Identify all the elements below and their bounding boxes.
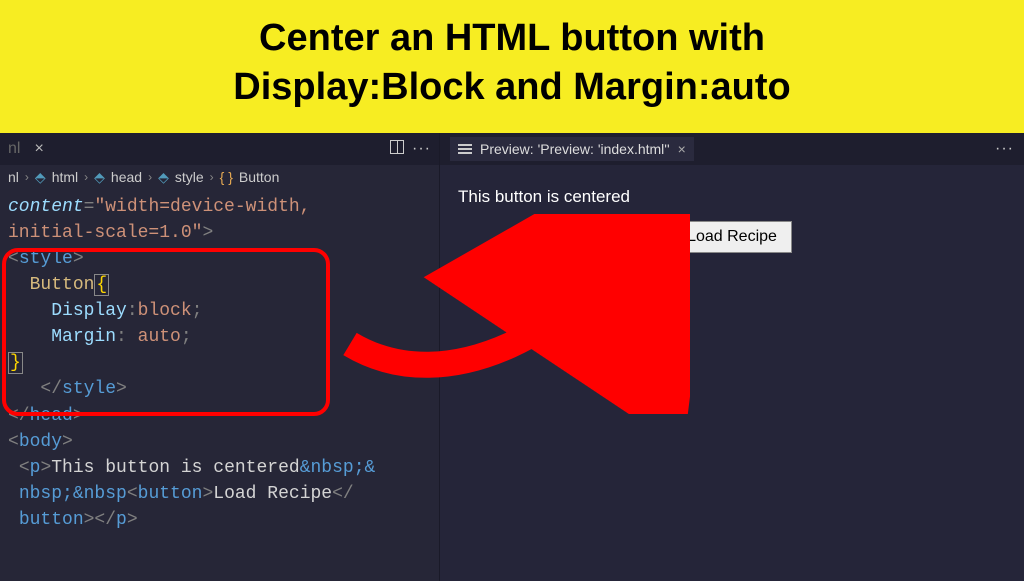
- breadcrumb-seg[interactable]: Button: [239, 169, 279, 185]
- preview-pane: Preview: 'Preview: 'index.html'' × ··· T…: [440, 133, 1024, 581]
- chevron-right-icon: ›: [148, 170, 152, 184]
- code-val: auto: [127, 327, 181, 347]
- code-prop: Display: [51, 301, 127, 321]
- preview-tabbar: Preview: 'Preview: 'index.html'' × ···: [440, 133, 1024, 165]
- load-recipe-button[interactable]: Load Recipe: [672, 221, 792, 253]
- banner-line1: Center an HTML button with: [10, 14, 1014, 63]
- code-tag: button: [19, 510, 84, 530]
- tab-close-button[interactable]: ×: [28, 140, 49, 158]
- cube-icon: ⬘: [35, 169, 46, 186]
- code-string: initial-scale=1.0": [8, 223, 202, 243]
- split-editor-icon[interactable]: [390, 140, 404, 154]
- preview-tab-label: Preview: 'Preview: 'index.html'': [480, 141, 670, 157]
- main-split: nl × ··· nl › ⬘ html › ⬘ head › ⬘ style …: [0, 133, 1024, 581]
- code-tag: body: [19, 432, 62, 452]
- code-brace: {: [94, 274, 109, 296]
- editor-more-icon[interactable]: ···: [412, 140, 431, 158]
- cube-icon: ⬘: [158, 169, 169, 186]
- preview-tab-close[interactable]: ×: [678, 141, 686, 157]
- code-entity: &: [365, 458, 376, 478]
- chevron-right-icon: ›: [25, 170, 29, 184]
- code-prop: Margin: [51, 327, 116, 347]
- breadcrumb[interactable]: nl › ⬘ html › ⬘ head › ⬘ style › { } But…: [0, 165, 439, 190]
- editor-tabbar: nl × ···: [0, 133, 439, 165]
- code-text: This button is centered: [51, 458, 299, 478]
- preview-body: This button is centered Load Recipe: [440, 165, 1024, 275]
- code-selector: Button: [30, 275, 95, 295]
- code-tag: style: [62, 379, 116, 399]
- code-punct: >: [202, 223, 213, 243]
- code-text: Load Recipe: [213, 484, 332, 504]
- code-tag: p: [116, 510, 127, 530]
- code-tag: head: [30, 406, 73, 426]
- preview-icon: [458, 142, 472, 156]
- code-tag: p: [30, 458, 41, 478]
- chevron-right-icon: ›: [210, 170, 214, 184]
- breadcrumb-seg[interactable]: head: [111, 169, 142, 185]
- breadcrumb-seg[interactable]: nl: [8, 169, 19, 185]
- title-banner: Center an HTML button with Display:Block…: [0, 0, 1024, 133]
- tab-placeholder: nl: [8, 140, 20, 158]
- code-string: "width=device-width,: [94, 197, 310, 217]
- code-val: block: [138, 301, 192, 321]
- banner-line2: Display:Block and Margin:auto: [10, 63, 1014, 112]
- cube-icon: ⬘: [94, 169, 105, 186]
- code-tag: button: [138, 484, 203, 504]
- preview-tab[interactable]: Preview: 'Preview: 'index.html'' ×: [450, 137, 694, 161]
- code-attr: content: [8, 197, 84, 217]
- code-entity: nbsp;: [19, 484, 73, 504]
- breadcrumb-seg[interactable]: style: [175, 169, 204, 185]
- preview-more-icon[interactable]: ···: [995, 140, 1014, 158]
- code-area[interactable]: content="width=device-width, initial-sca…: [0, 190, 439, 541]
- code-entity: &nbsp: [73, 484, 127, 504]
- code-brace: }: [8, 352, 23, 374]
- preview-paragraph: This button is centered: [458, 187, 1006, 207]
- code-editor-pane: nl × ··· nl › ⬘ html › ⬘ head › ⬘ style …: [0, 133, 440, 581]
- code-entity: &nbsp;: [300, 458, 365, 478]
- chevron-right-icon: ›: [84, 170, 88, 184]
- breadcrumb-seg[interactable]: html: [52, 169, 78, 185]
- brace-icon: { }: [220, 169, 233, 185]
- code-tag: style: [19, 249, 73, 269]
